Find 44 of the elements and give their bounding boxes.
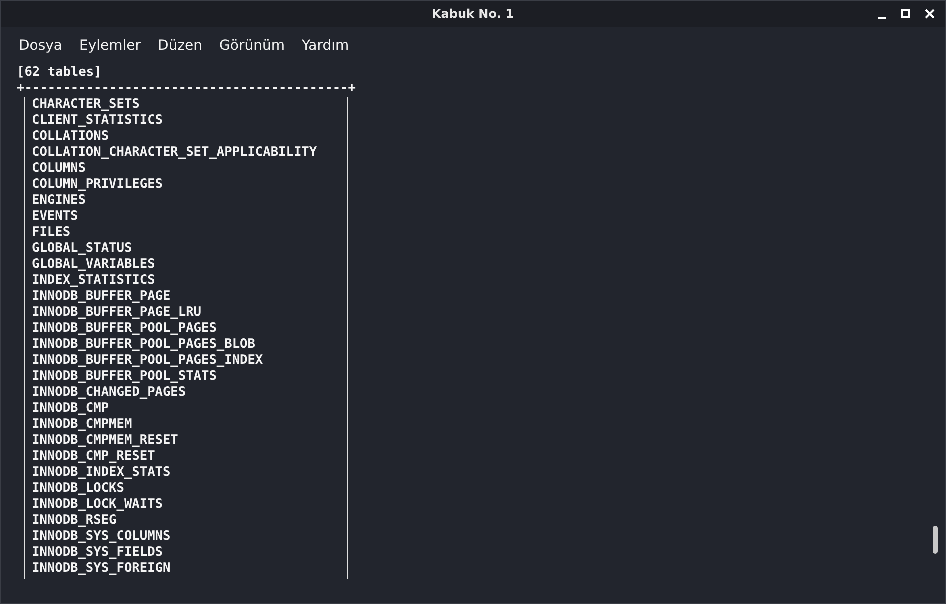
table-name: INNODB_BUFFER_PAGE	[32, 289, 172, 305]
table-rule: +------------------------------------------+	[17, 81, 356, 97]
maximize-button[interactable]	[899, 7, 913, 21]
table-name: INNODB_BUFFER_POOL_PAGES	[32, 321, 218, 337]
table-name: CLIENT_STATISTICS	[32, 113, 164, 129]
table-name: INDEX_STATISTICS	[32, 273, 156, 289]
minimize-icon	[878, 16, 886, 18]
menu-item[interactable]: Dosya	[10, 36, 71, 56]
table-name: INNODB_RSEG	[32, 513, 118, 529]
table-name: INNODB_SYS_FIELDS	[32, 545, 164, 561]
table-name: INNODB_SYS_FOREIGN	[32, 561, 172, 577]
table-name: INNODB_CHANGED_PAGES	[32, 385, 188, 401]
table-name: INNODB_SYS_COLUMNS	[32, 529, 172, 545]
table-name: COLLATIONS	[32, 129, 110, 145]
maximize-icon	[901, 9, 911, 19]
table-name: GLOBAL_VARIABLES	[32, 257, 156, 273]
scroll-thumb[interactable]	[933, 526, 938, 554]
table-name: COLUMN_PRIVILEGES	[32, 177, 164, 193]
table-name: INNODB_BUFFER_PAGE_LRU	[32, 305, 202, 321]
menu-item[interactable]: Yardım	[292, 36, 358, 56]
table-name: CHARACTER_SETS	[32, 97, 141, 113]
table-name: INNODB_LOCK_WAITS	[32, 497, 164, 513]
table-name: INNODB_CMPMEM_RESET	[32, 433, 180, 449]
table-name: INNODB_BUFFER_POOL_STATS	[32, 369, 218, 385]
menu-item[interactable]: Görünüm	[210, 36, 293, 56]
table-name: FILES	[32, 225, 72, 241]
table-name: INNODB_CMP_RESET	[32, 449, 156, 465]
table-name: INNODB_BUFFER_POOL_PAGES_INDEX	[32, 353, 264, 369]
window-title: Kabuk No. 1	[432, 7, 514, 21]
table-name: INNODB_CMPMEM	[32, 417, 134, 433]
table-name: COLUMNS	[32, 161, 87, 177]
close-button[interactable]	[923, 7, 937, 21]
table-name: ENGINES	[32, 193, 87, 209]
table-name: INNODB_BUFFER_POOL_PAGES_BLOB	[32, 337, 256, 353]
table-name: COLLATION_CHARACTER_SET_APPLICABILITY	[32, 145, 318, 161]
menu-item[interactable]: Eylemler	[70, 36, 150, 56]
terminal-line: [62 tables]	[17, 65, 103, 81]
table-name: INNODB_INDEX_STATS	[32, 465, 172, 481]
table-name: INNODB_CMP	[32, 401, 110, 417]
close-icon	[925, 9, 935, 19]
table-name: GLOBAL_STATUS	[32, 241, 134, 257]
menu-item[interactable]: Düzen	[149, 36, 211, 56]
table-name: EVENTS	[32, 209, 80, 225]
table-name: INNODB_LOCKS	[32, 481, 126, 497]
